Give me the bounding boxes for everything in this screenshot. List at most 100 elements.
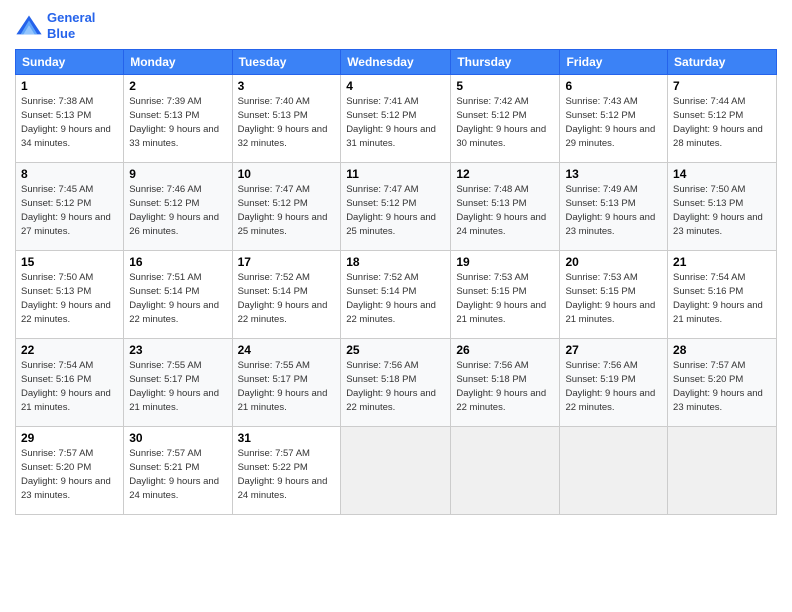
col-saturday: Saturday: [668, 50, 777, 75]
table-row: 26 Sunrise: 7:56 AMSunset: 5:18 PMDaylig…: [451, 339, 560, 427]
day-number: 2: [129, 79, 226, 93]
table-row: 1 Sunrise: 7:38 AMSunset: 5:13 PMDayligh…: [16, 75, 124, 163]
day-number: 20: [565, 255, 662, 269]
calendar-table: Sunday Monday Tuesday Wednesday Thursday…: [15, 49, 777, 515]
day-number: 29: [21, 431, 118, 445]
day-info: Sunrise: 7:40 AMSunset: 5:13 PMDaylight:…: [238, 96, 328, 148]
day-info: Sunrise: 7:56 AMSunset: 5:18 PMDaylight:…: [346, 360, 436, 412]
header: General Blue: [15, 10, 777, 41]
col-wednesday: Wednesday: [341, 50, 451, 75]
day-number: 10: [238, 167, 336, 181]
day-number: 12: [456, 167, 554, 181]
day-number: 25: [346, 343, 445, 357]
day-number: 1: [21, 79, 118, 93]
table-row: 25 Sunrise: 7:56 AMSunset: 5:18 PMDaylig…: [341, 339, 451, 427]
day-number: 19: [456, 255, 554, 269]
table-row: 12 Sunrise: 7:48 AMSunset: 5:13 PMDaylig…: [451, 163, 560, 251]
calendar-week-row: 1 Sunrise: 7:38 AMSunset: 5:13 PMDayligh…: [16, 75, 777, 163]
day-number: 9: [129, 167, 226, 181]
table-row: 4 Sunrise: 7:41 AMSunset: 5:12 PMDayligh…: [341, 75, 451, 163]
day-number: 3: [238, 79, 336, 93]
table-row: 3 Sunrise: 7:40 AMSunset: 5:13 PMDayligh…: [232, 75, 341, 163]
table-row: 20 Sunrise: 7:53 AMSunset: 5:15 PMDaylig…: [560, 251, 668, 339]
day-info: Sunrise: 7:55 AMSunset: 5:17 PMDaylight:…: [238, 360, 328, 412]
col-thursday: Thursday: [451, 50, 560, 75]
day-number: 14: [673, 167, 771, 181]
table-row: 17 Sunrise: 7:52 AMSunset: 5:14 PMDaylig…: [232, 251, 341, 339]
table-row: 15 Sunrise: 7:50 AMSunset: 5:13 PMDaylig…: [16, 251, 124, 339]
day-number: 4: [346, 79, 445, 93]
col-monday: Monday: [124, 50, 232, 75]
logo: General Blue: [15, 10, 95, 41]
day-info: Sunrise: 7:47 AMSunset: 5:12 PMDaylight:…: [238, 184, 328, 236]
day-info: Sunrise: 7:47 AMSunset: 5:12 PMDaylight:…: [346, 184, 436, 236]
table-row: 9 Sunrise: 7:46 AMSunset: 5:12 PMDayligh…: [124, 163, 232, 251]
day-info: Sunrise: 7:54 AMSunset: 5:16 PMDaylight:…: [673, 272, 763, 324]
day-number: 11: [346, 167, 445, 181]
table-row: [668, 427, 777, 515]
day-info: Sunrise: 7:57 AMSunset: 5:20 PMDaylight:…: [21, 448, 111, 500]
calendar-header-row: Sunday Monday Tuesday Wednesday Thursday…: [16, 50, 777, 75]
main-container: General Blue Sunday Monday Tuesday Wedne…: [0, 0, 792, 612]
day-number: 13: [565, 167, 662, 181]
day-info: Sunrise: 7:41 AMSunset: 5:12 PMDaylight:…: [346, 96, 436, 148]
logo-text: General Blue: [47, 10, 95, 41]
table-row: 18 Sunrise: 7:52 AMSunset: 5:14 PMDaylig…: [341, 251, 451, 339]
table-row: 5 Sunrise: 7:42 AMSunset: 5:12 PMDayligh…: [451, 75, 560, 163]
day-info: Sunrise: 7:53 AMSunset: 5:15 PMDaylight:…: [456, 272, 546, 324]
table-row: 14 Sunrise: 7:50 AMSunset: 5:13 PMDaylig…: [668, 163, 777, 251]
day-info: Sunrise: 7:39 AMSunset: 5:13 PMDaylight:…: [129, 96, 219, 148]
table-row: [560, 427, 668, 515]
day-number: 18: [346, 255, 445, 269]
calendar-week-row: 8 Sunrise: 7:45 AMSunset: 5:12 PMDayligh…: [16, 163, 777, 251]
table-row: 8 Sunrise: 7:45 AMSunset: 5:12 PMDayligh…: [16, 163, 124, 251]
table-row: 24 Sunrise: 7:55 AMSunset: 5:17 PMDaylig…: [232, 339, 341, 427]
day-number: 16: [129, 255, 226, 269]
day-number: 31: [238, 431, 336, 445]
day-info: Sunrise: 7:38 AMSunset: 5:13 PMDaylight:…: [21, 96, 111, 148]
day-info: Sunrise: 7:57 AMSunset: 5:20 PMDaylight:…: [673, 360, 763, 412]
table-row: 28 Sunrise: 7:57 AMSunset: 5:20 PMDaylig…: [668, 339, 777, 427]
table-row: 2 Sunrise: 7:39 AMSunset: 5:13 PMDayligh…: [124, 75, 232, 163]
table-row: 30 Sunrise: 7:57 AMSunset: 5:21 PMDaylig…: [124, 427, 232, 515]
day-info: Sunrise: 7:54 AMSunset: 5:16 PMDaylight:…: [21, 360, 111, 412]
day-info: Sunrise: 7:52 AMSunset: 5:14 PMDaylight:…: [238, 272, 328, 324]
calendar-week-row: 15 Sunrise: 7:50 AMSunset: 5:13 PMDaylig…: [16, 251, 777, 339]
day-info: Sunrise: 7:42 AMSunset: 5:12 PMDaylight:…: [456, 96, 546, 148]
calendar-week-row: 29 Sunrise: 7:57 AMSunset: 5:20 PMDaylig…: [16, 427, 777, 515]
col-tuesday: Tuesday: [232, 50, 341, 75]
day-info: Sunrise: 7:57 AMSunset: 5:21 PMDaylight:…: [129, 448, 219, 500]
table-row: 19 Sunrise: 7:53 AMSunset: 5:15 PMDaylig…: [451, 251, 560, 339]
col-friday: Friday: [560, 50, 668, 75]
day-number: 23: [129, 343, 226, 357]
table-row: 27 Sunrise: 7:56 AMSunset: 5:19 PMDaylig…: [560, 339, 668, 427]
table-row: 6 Sunrise: 7:43 AMSunset: 5:12 PMDayligh…: [560, 75, 668, 163]
table-row: 22 Sunrise: 7:54 AMSunset: 5:16 PMDaylig…: [16, 339, 124, 427]
table-row: [341, 427, 451, 515]
day-info: Sunrise: 7:53 AMSunset: 5:15 PMDaylight:…: [565, 272, 655, 324]
day-number: 26: [456, 343, 554, 357]
day-number: 27: [565, 343, 662, 357]
day-info: Sunrise: 7:51 AMSunset: 5:14 PMDaylight:…: [129, 272, 219, 324]
col-sunday: Sunday: [16, 50, 124, 75]
calendar-week-row: 22 Sunrise: 7:54 AMSunset: 5:16 PMDaylig…: [16, 339, 777, 427]
day-info: Sunrise: 7:45 AMSunset: 5:12 PMDaylight:…: [21, 184, 111, 236]
day-number: 21: [673, 255, 771, 269]
table-row: 11 Sunrise: 7:47 AMSunset: 5:12 PMDaylig…: [341, 163, 451, 251]
table-row: 10 Sunrise: 7:47 AMSunset: 5:12 PMDaylig…: [232, 163, 341, 251]
logo-icon: [15, 12, 43, 40]
day-info: Sunrise: 7:49 AMSunset: 5:13 PMDaylight:…: [565, 184, 655, 236]
day-info: Sunrise: 7:46 AMSunset: 5:12 PMDaylight:…: [129, 184, 219, 236]
day-info: Sunrise: 7:56 AMSunset: 5:19 PMDaylight:…: [565, 360, 655, 412]
day-info: Sunrise: 7:48 AMSunset: 5:13 PMDaylight:…: [456, 184, 546, 236]
day-number: 22: [21, 343, 118, 357]
table-row: 29 Sunrise: 7:57 AMSunset: 5:20 PMDaylig…: [16, 427, 124, 515]
day-number: 6: [565, 79, 662, 93]
table-row: [451, 427, 560, 515]
day-info: Sunrise: 7:55 AMSunset: 5:17 PMDaylight:…: [129, 360, 219, 412]
day-number: 17: [238, 255, 336, 269]
day-number: 5: [456, 79, 554, 93]
table-row: 16 Sunrise: 7:51 AMSunset: 5:14 PMDaylig…: [124, 251, 232, 339]
day-number: 7: [673, 79, 771, 93]
day-info: Sunrise: 7:57 AMSunset: 5:22 PMDaylight:…: [238, 448, 328, 500]
